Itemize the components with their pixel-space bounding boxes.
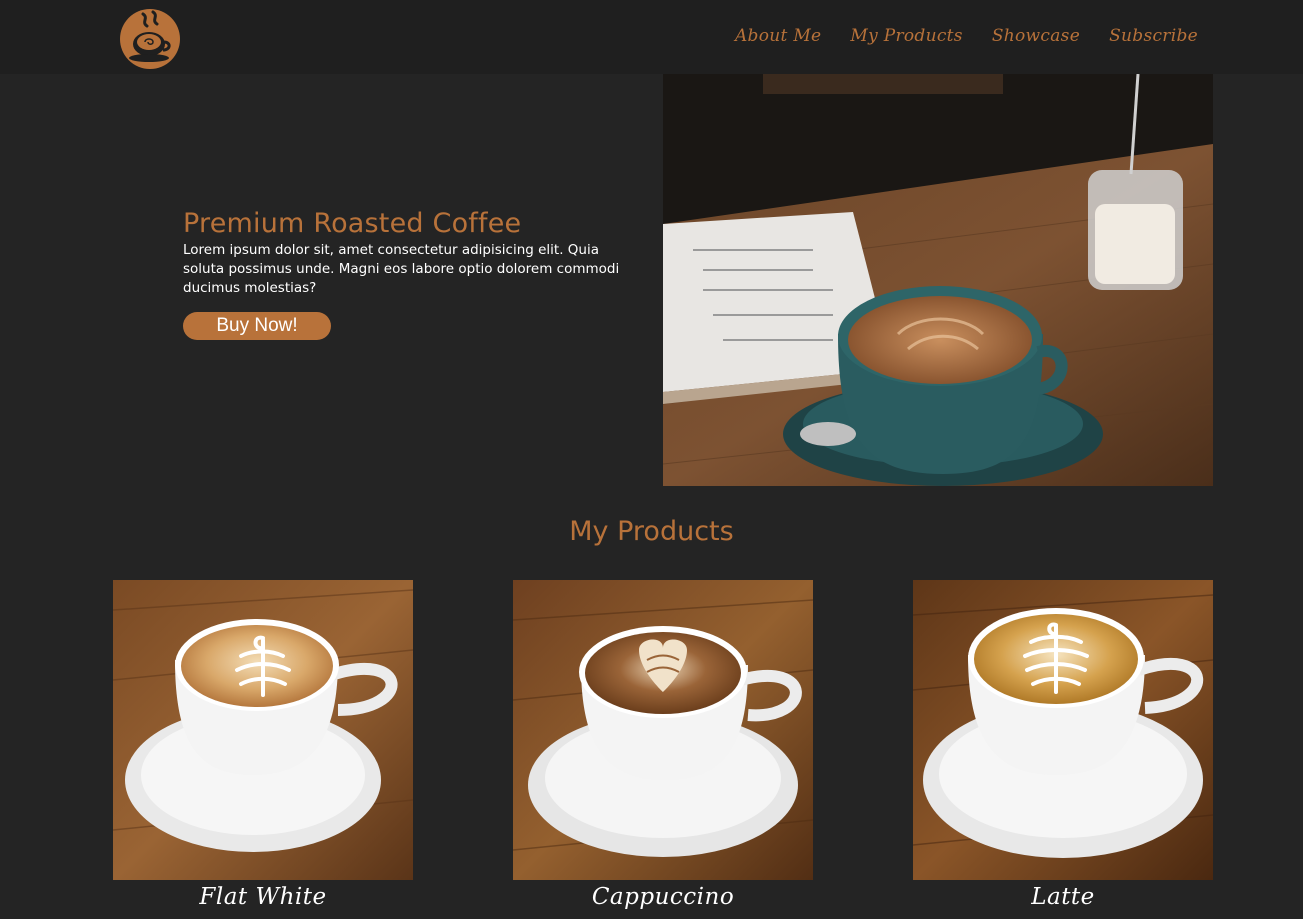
nav-link-my-products[interactable]: My Products [850, 26, 962, 46]
latte-photo [913, 580, 1213, 880]
nav-link-subscribe[interactable]: Subscribe [1109, 26, 1198, 46]
products-section-title: My Products [569, 516, 734, 547]
product-card-cappuccino[interactable]: Cappuccino [513, 580, 813, 910]
product-name-latte: Latte [1031, 884, 1095, 910]
hero-coffee-photo [663, 74, 1213, 486]
product-name-cappuccino: Cappuccino [591, 884, 735, 910]
flat-white-photo [113, 580, 413, 880]
buy-now-button[interactable]: Buy Now! [183, 312, 331, 340]
coffee-logo-icon[interactable] [119, 8, 181, 70]
product-name-flat-white: Flat White [199, 884, 327, 910]
product-card-latte[interactable]: Latte [913, 580, 1213, 910]
nav-link-showcase[interactable]: Showcase [992, 26, 1080, 46]
product-card-flat-white[interactable]: Flat White [113, 580, 413, 910]
navbar: About Me My Products Showcase Subscribe [0, 0, 1303, 74]
hero-text: Premium Roasted Coffee Lorem ipsum dolor… [183, 208, 633, 340]
hero-description: Lorem ipsum dolor sit, amet consectetur … [183, 242, 620, 296]
hero-title: Premium Roasted Coffee [183, 208, 522, 239]
nav-link-about-me[interactable]: About Me [735, 26, 821, 46]
cappuccino-photo [513, 580, 813, 880]
nav-links: About Me My Products Showcase Subscribe [735, 26, 1198, 46]
